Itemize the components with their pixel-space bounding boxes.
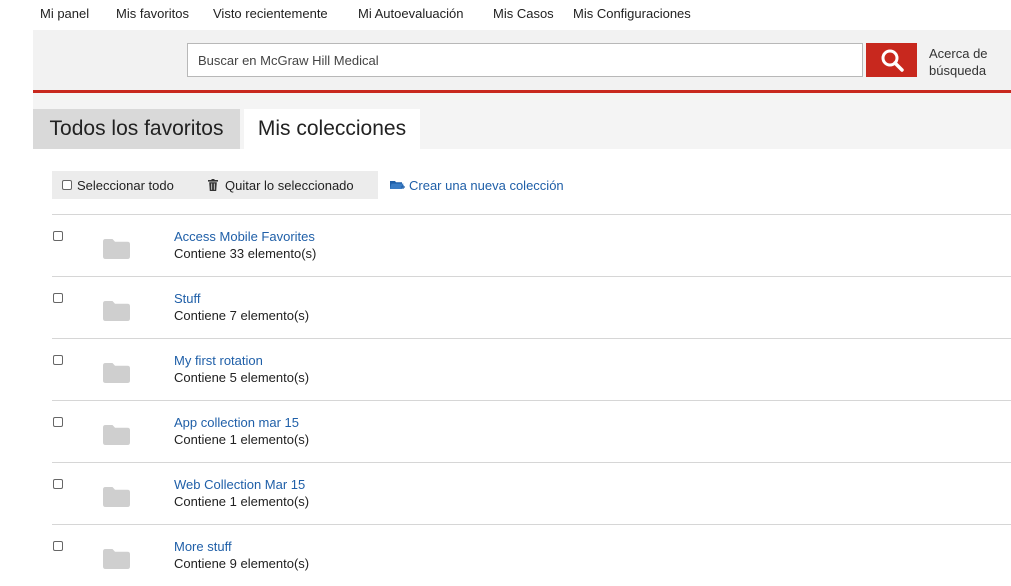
collection-name-link[interactable]: Web Collection Mar 15 (174, 477, 305, 492)
top-nav: Mi panel Mis favoritos Visto recientemen… (0, 0, 1011, 30)
collection-row: App collection mar 15 Contiene 1 element… (52, 400, 1011, 462)
folder-icon (103, 363, 130, 383)
nav-mis-favoritos[interactable]: Mis favoritos (116, 6, 189, 21)
collections-content: Seleccionar todo Quitar lo seleccionado (33, 149, 1011, 577)
remove-selected-label: Quitar lo seleccionado (225, 177, 354, 193)
search-button[interactable] (866, 43, 917, 77)
row-checkbox[interactable] (53, 417, 63, 427)
collection-name-link[interactable]: Stuff (174, 291, 201, 306)
collection-item-count: Contiene 7 elemento(s) (174, 308, 310, 323)
row-checkbox[interactable] (53, 541, 63, 551)
folder-icon (103, 425, 130, 445)
search-help-line2: búsqueda (929, 63, 987, 78)
nav-mi-autoevaluacion[interactable]: Mi Autoevaluación (358, 6, 464, 21)
remove-selected-button[interactable]: Quitar lo seleccionado (208, 171, 354, 199)
row-checkbox[interactable] (53, 293, 63, 303)
search-input[interactable] (187, 43, 863, 77)
collection-name-link[interactable]: More stuff (174, 539, 232, 554)
row-checkbox[interactable] (53, 479, 63, 489)
folder-plus-icon (390, 181, 405, 189)
nav-mi-panel[interactable]: Mi panel (40, 6, 89, 21)
collection-name-link[interactable]: My first rotation (174, 353, 263, 368)
collection-row: Access Mobile Favorites Contiene 33 elem… (52, 214, 1011, 276)
collection-row: Stuff Contiene 7 elemento(s) (52, 276, 1011, 338)
folder-icon (103, 487, 130, 507)
collection-row: Web Collection Mar 15 Contiene 1 element… (52, 462, 1011, 524)
trash-icon (208, 179, 218, 191)
tab-mis-colecciones[interactable]: Mis colecciones (244, 109, 420, 149)
collections-toolbar: Seleccionar todo Quitar lo seleccionado (52, 171, 378, 199)
collection-item-count: Contiene 1 elemento(s) (174, 494, 310, 509)
folder-icon (103, 239, 130, 259)
folder-icon (103, 549, 130, 569)
tab-todos-los-favoritos[interactable]: Todos los favoritos (33, 109, 240, 149)
collection-item-count: Contiene 5 elemento(s) (174, 370, 310, 385)
nav-mis-casos[interactable]: Mis Casos (493, 6, 554, 21)
row-checkbox[interactable] (53, 355, 63, 365)
select-all-label: Seleccionar todo (77, 177, 174, 193)
nav-visto-recientemente[interactable]: Visto recientemente (213, 6, 328, 21)
favorites-panel: Todos los favoritos Mis colecciones Sele… (33, 93, 1011, 577)
collection-row: My first rotation Contiene 5 elemento(s) (52, 338, 1011, 400)
select-all-button[interactable]: Seleccionar todo (62, 171, 174, 199)
search-icon (881, 49, 904, 72)
search-help-link[interactable]: Acerca de búsqueda (929, 45, 988, 79)
collection-list: Access Mobile Favorites Contiene 33 elem… (52, 214, 1011, 586)
search-help-line1: Acerca de (929, 46, 988, 61)
row-checkbox[interactable] (53, 231, 63, 241)
search-bar: Acerca de búsqueda (33, 30, 1011, 93)
collection-item-count: Contiene 33 elemento(s) (174, 246, 317, 261)
folder-icon (103, 301, 130, 321)
nav-mis-configuraciones[interactable]: Mis Configuraciones (573, 6, 691, 21)
new-collection-link[interactable]: Crear una nueva colección (390, 171, 564, 199)
collection-item-count: Contiene 9 elemento(s) (174, 556, 310, 571)
select-all-checkbox[interactable] (62, 180, 72, 190)
new-collection-label: Crear una nueva colección (409, 177, 564, 193)
collection-name-link[interactable]: Access Mobile Favorites (174, 229, 315, 244)
collection-item-count: Contiene 1 elemento(s) (174, 432, 310, 447)
collection-name-link[interactable]: App collection mar 15 (174, 415, 299, 430)
